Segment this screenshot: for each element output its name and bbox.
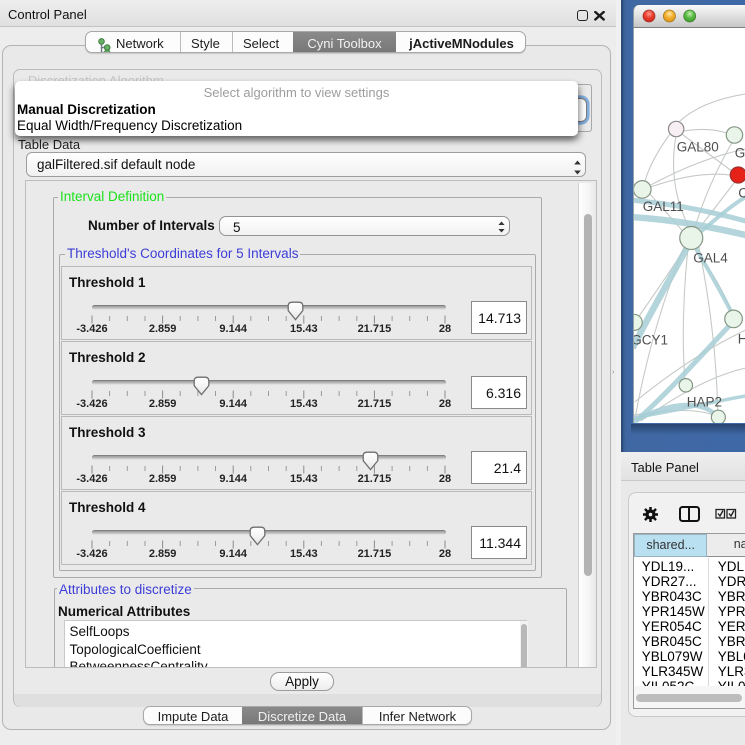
svg-text:GAL11: GAL11 (642, 199, 683, 214)
svg-text:GA: GA (734, 146, 745, 161)
svg-text:C: C (738, 186, 745, 201)
svg-text:GCY1: GCY1 (634, 333, 668, 348)
svg-text:HAP2: HAP2 (686, 395, 721, 410)
svg-text:GAL80: GAL80 (676, 140, 718, 155)
svg-text:H: H (737, 332, 745, 347)
svg-text:GAL4: GAL4 (693, 251, 728, 266)
